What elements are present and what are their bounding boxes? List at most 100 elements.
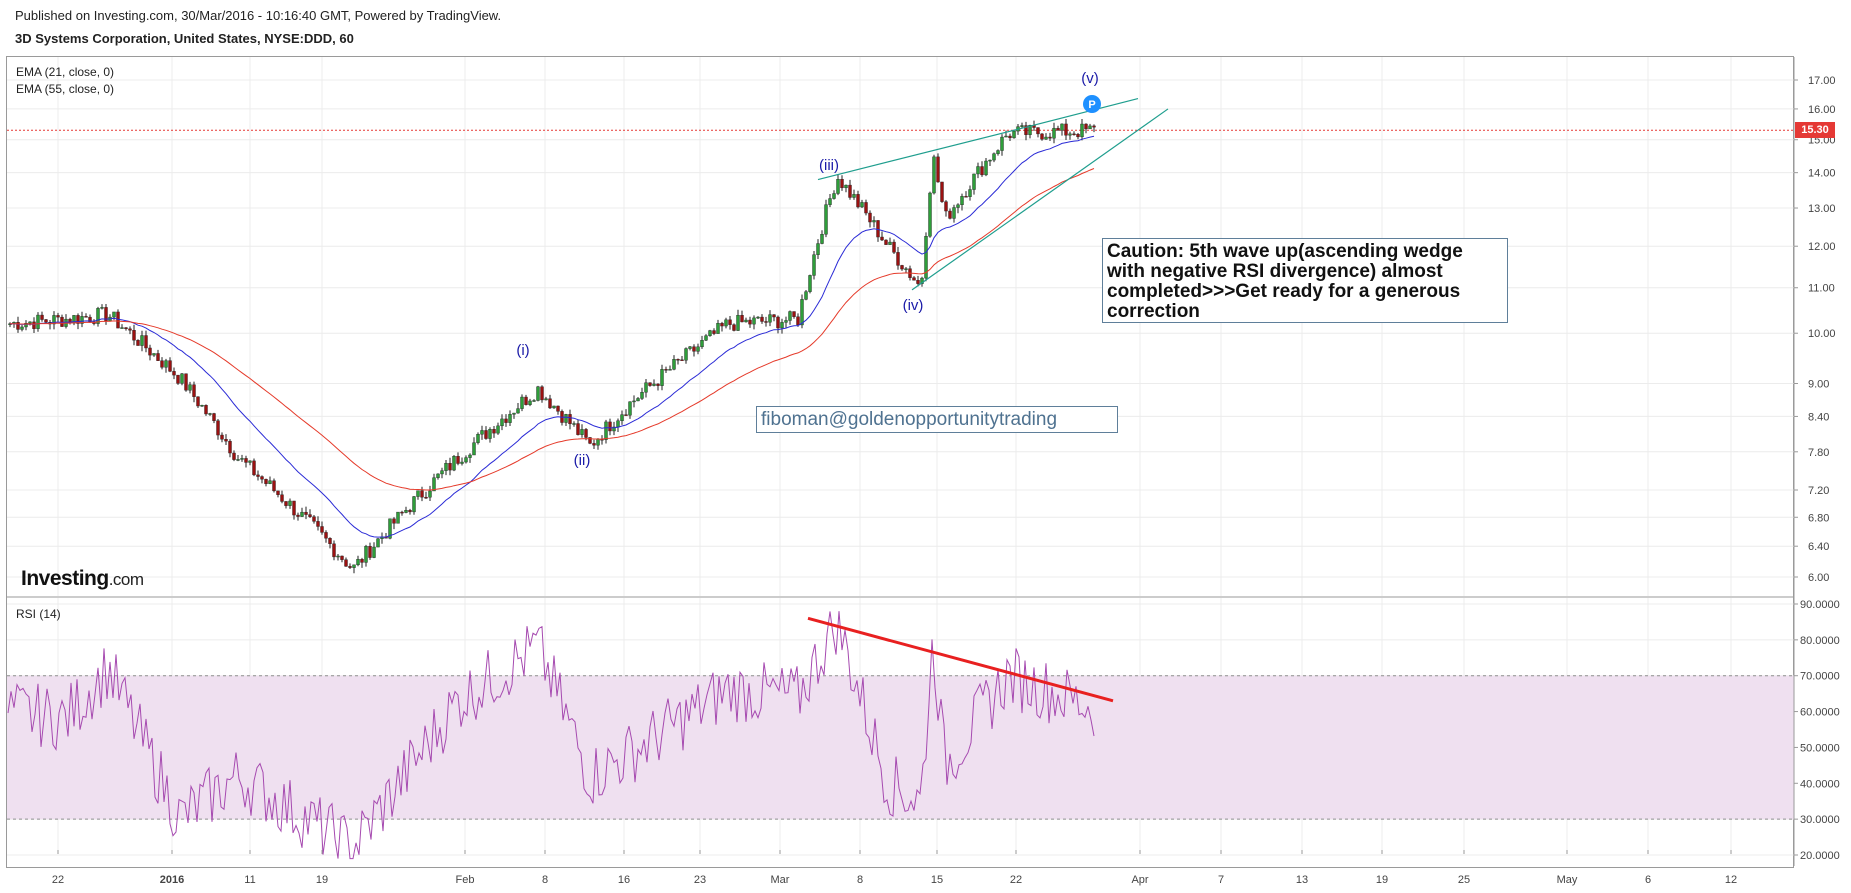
candle-body	[292, 500, 296, 516]
candle-body	[1088, 125, 1092, 130]
candle-body	[556, 405, 560, 412]
price-tick-label: 11.00	[1808, 283, 1835, 295]
candle-body	[968, 189, 972, 197]
candle-body	[1012, 130, 1016, 139]
wedge-upper-line[interactable]	[1019, 98, 1139, 130]
candle-body	[748, 319, 752, 325]
candle-body	[32, 321, 36, 329]
candle-body	[904, 268, 908, 270]
candle-body	[644, 382, 648, 393]
candle-body	[932, 156, 936, 194]
candle-body	[1092, 125, 1096, 128]
candle-body	[184, 373, 188, 391]
candle-body	[500, 418, 504, 427]
candle-body	[264, 478, 268, 484]
candle-body	[348, 566, 352, 568]
candle-body	[1068, 133, 1072, 136]
candle-body	[332, 543, 336, 558]
candle-body	[776, 316, 780, 329]
candle-body	[156, 353, 160, 361]
author-watermark[interactable]: fiboman@goldenopportunitytrading	[756, 406, 1118, 433]
candle-body	[736, 315, 740, 331]
candle-body	[760, 316, 764, 322]
time-tick-label: Mar	[771, 874, 790, 886]
candle-body	[704, 335, 708, 341]
candle-body	[708, 330, 712, 336]
candle-body	[260, 476, 264, 480]
candle-body	[664, 369, 668, 371]
candle-body	[248, 460, 252, 463]
candle-body	[884, 239, 888, 245]
ema55-label: EMA (55, close, 0)	[16, 82, 114, 96]
candle-body	[360, 559, 364, 563]
candle-body	[988, 159, 992, 162]
candle-body	[492, 428, 496, 434]
candle-body	[340, 555, 344, 560]
candle-body	[756, 316, 760, 319]
candle-body	[624, 414, 628, 416]
candle-body	[1020, 125, 1024, 127]
candle-body	[928, 192, 932, 237]
candle-body	[192, 384, 196, 397]
time-tick-label: 11	[244, 874, 255, 886]
candle-body	[996, 150, 1000, 154]
candle-body	[540, 386, 544, 401]
caution-annotation[interactable]: Caution: 5th wave up(ascending wedge wit…	[1102, 238, 1508, 323]
wave3-trend-line[interactable]	[817, 128, 1021, 181]
candle-body	[1072, 133, 1076, 136]
wave-label-v: (v)	[1081, 70, 1099, 87]
candle-body	[732, 324, 736, 331]
candle-body	[836, 179, 840, 194]
candle-body	[376, 538, 380, 548]
candle-body	[616, 420, 620, 428]
time-tick-label: 6	[1645, 874, 1651, 886]
candle-body	[824, 204, 828, 235]
candle-body	[872, 220, 876, 223]
candle-body	[400, 511, 404, 514]
candle-body	[120, 327, 124, 329]
rsi-tick-label: 40.0000	[1800, 778, 1840, 790]
price-axis[interactable]: 17.0016.0015.0014.0013.0012.0011.0010.00…	[1794, 75, 1836, 584]
candle-body	[784, 320, 788, 323]
candle-body	[284, 501, 288, 506]
price-tick-label: 8.40	[1808, 411, 1829, 423]
rsi-label: RSI (14)	[16, 607, 61, 621]
candle-body	[336, 555, 340, 558]
candle-body	[720, 323, 724, 327]
logo-brand: Investing	[21, 567, 109, 590]
candle-body	[148, 347, 152, 356]
candle-body	[648, 382, 652, 386]
candle-body	[212, 413, 216, 421]
candle-body	[132, 330, 136, 341]
candle-body	[852, 194, 856, 198]
candle-body	[620, 414, 624, 422]
price-tick-label: 6.80	[1808, 512, 1829, 524]
chart-canvas[interactable]: 17.0016.0015.0014.0013.0012.0011.0010.00…	[0, 0, 1851, 893]
candle-body	[168, 360, 172, 372]
time-tick-label: 16	[618, 874, 630, 886]
candle-body	[820, 234, 824, 244]
candle-body	[896, 252, 900, 266]
candle-body	[240, 458, 244, 460]
rsi-axis[interactable]: 90.0000 80.0000 70.0000 60.0000 50.0000 40.00…	[1794, 599, 1840, 862]
candle-body	[568, 414, 572, 425]
candle-body	[964, 196, 968, 198]
candle-body	[952, 207, 956, 219]
time-tick-label: 8	[857, 874, 863, 886]
time-tick-label: 19	[316, 874, 328, 886]
candle-body	[696, 346, 700, 352]
candle-body	[752, 317, 756, 325]
price-tick-label: 7.20	[1808, 485, 1829, 497]
candle-body	[312, 516, 316, 522]
candle-body	[1052, 127, 1056, 139]
candle-body	[272, 480, 276, 492]
candle-body	[372, 546, 376, 558]
candle-body	[700, 340, 704, 348]
candle-body	[464, 457, 468, 463]
candle-body	[308, 514, 312, 517]
time-tick-label: 15	[931, 874, 943, 886]
time-tick-label: Feb	[456, 874, 475, 886]
candle-body	[396, 511, 400, 524]
candle-body	[840, 179, 844, 189]
candle-body	[476, 434, 480, 443]
